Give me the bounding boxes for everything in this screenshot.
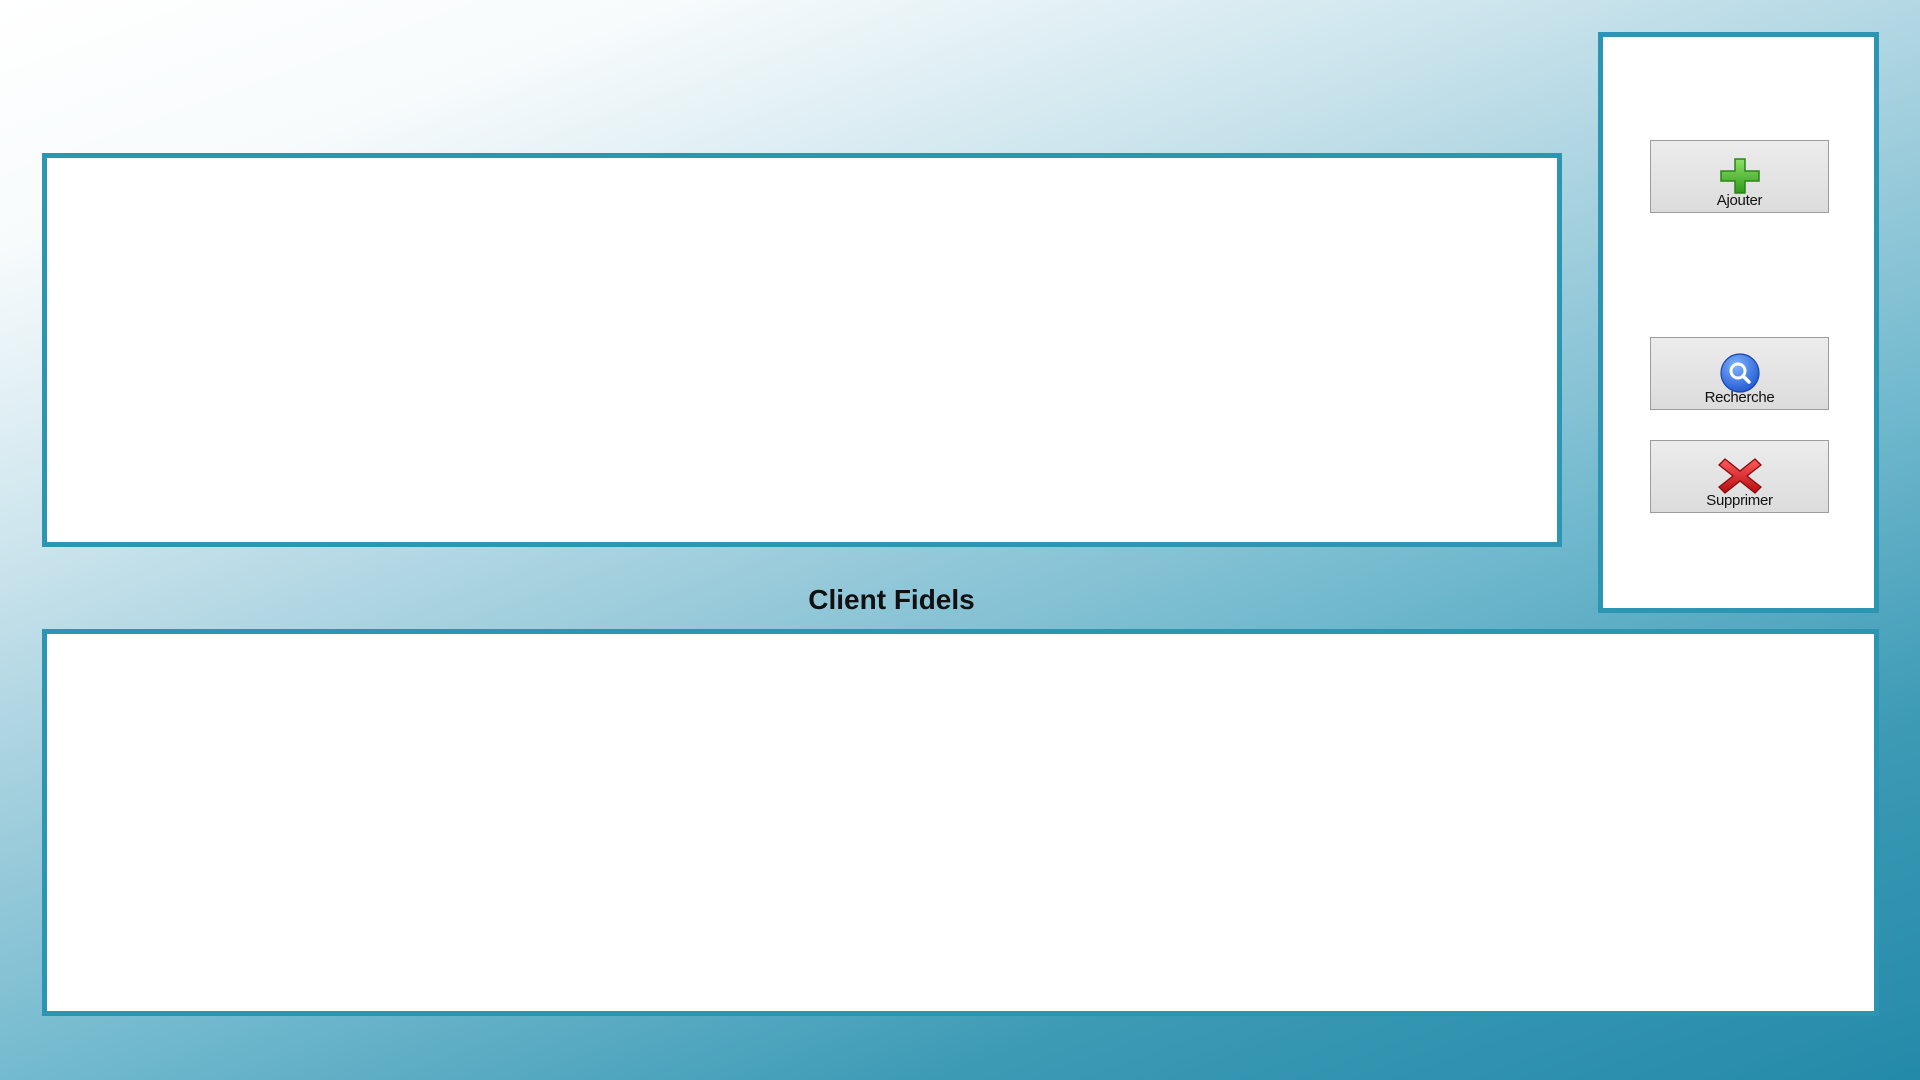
delete-button[interactable]: Supprimer <box>1650 440 1829 513</box>
magnifier-icon <box>1717 352 1763 394</box>
plus-icon <box>1717 155 1763 197</box>
clients-grid[interactable] <box>42 629 1879 1016</box>
x-icon <box>1717 455 1763 497</box>
add-button[interactable]: Ajouter <box>1650 140 1829 213</box>
search-button-label: Recherche <box>1704 389 1775 406</box>
search-button[interactable]: Recherche <box>1650 337 1829 410</box>
add-button-label: Ajouter <box>1716 192 1763 209</box>
client-form-panel <box>42 153 1562 547</box>
actions-panel: Ajouter Recherche Supprimer <box>1598 32 1879 613</box>
delete-button-label: Supprimer <box>1706 492 1773 509</box>
clients-section-title: Client Fidels <box>808 584 975 615</box>
